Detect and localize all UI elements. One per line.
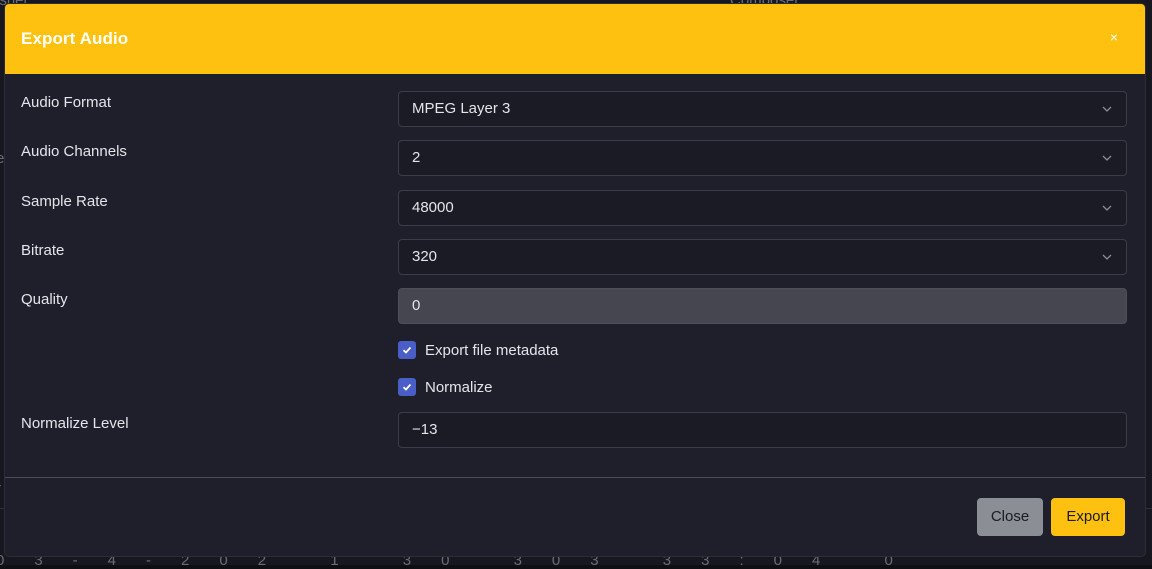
audio-format-value: MPEG Layer 3 <box>412 100 510 117</box>
quality-value: 0 <box>412 297 420 314</box>
normalize-checkbox[interactable] <box>398 378 416 396</box>
audio-channels-select[interactable]: 2 <box>398 140 1127 176</box>
bitrate-label: Bitrate <box>21 242 64 259</box>
normalize-level-value: −13 <box>412 421 437 438</box>
background-row-text: r <box>0 480 1 497</box>
dialog-body: Audio Format MPEG Layer 3 Audio Channels… <box>5 74 1145 477</box>
audio-channels-value: 2 <box>412 149 420 166</box>
normalize-label: Normalize <box>425 379 493 396</box>
export-metadata-checkbox-row[interactable]: Export file metadata <box>398 340 558 360</box>
background-row-text: e <box>0 150 4 167</box>
check-icon <box>402 345 412 355</box>
footer-divider <box>5 477 1145 478</box>
chevron-down-icon <box>1102 252 1112 262</box>
normalize-level-input[interactable]: −13 <box>398 412 1127 448</box>
close-button[interactable]: Close <box>977 498 1043 536</box>
quality-input: 0 <box>398 288 1127 324</box>
chevron-down-icon <box>1102 203 1112 213</box>
audio-format-label: Audio Format <box>21 94 111 111</box>
normalize-checkbox-row[interactable]: Normalize <box>398 377 493 397</box>
export-metadata-label: Export file metadata <box>425 342 558 359</box>
audio-format-select[interactable]: MPEG Layer 3 <box>398 91 1127 127</box>
bitrate-select[interactable]: 320 <box>398 239 1127 275</box>
close-icon[interactable]: × <box>1107 30 1121 44</box>
normalize-level-label: Normalize Level <box>21 415 129 432</box>
dialog-title: Export Audio <box>21 29 128 49</box>
chevron-down-icon <box>1102 153 1112 163</box>
bitrate-value: 320 <box>412 248 437 265</box>
check-icon <box>402 382 412 392</box>
export-button[interactable]: Export <box>1051 498 1125 536</box>
sample-rate-label: Sample Rate <box>21 193 108 210</box>
sample-rate-select[interactable]: 48000 <box>398 190 1127 226</box>
dialog-header: Export Audio × <box>5 4 1145 74</box>
export-metadata-checkbox[interactable] <box>398 341 416 359</box>
sample-rate-value: 48000 <box>412 199 454 216</box>
quality-label: Quality <box>21 291 68 308</box>
audio-channels-label: Audio Channels <box>21 143 127 160</box>
chevron-down-icon <box>1102 104 1112 114</box>
export-audio-dialog: Export Audio × Audio Format MPEG Layer 3… <box>5 4 1145 556</box>
